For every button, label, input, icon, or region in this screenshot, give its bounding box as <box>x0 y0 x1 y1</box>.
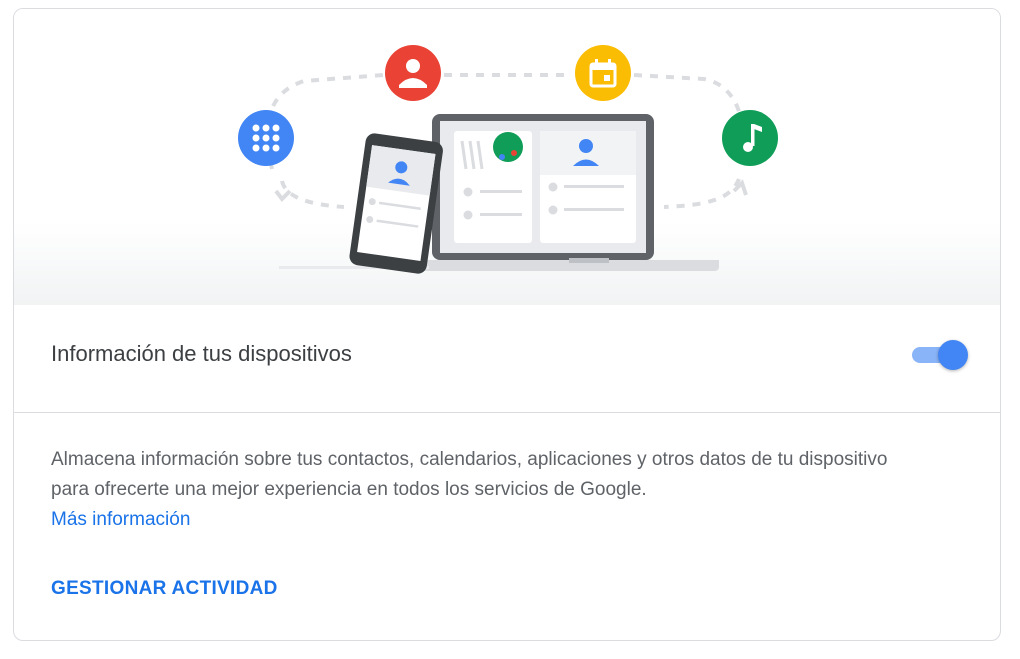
calendar-icon <box>575 45 631 101</box>
devices-illustration <box>238 45 778 274</box>
manage-activity-button[interactable]: GESTIONAR ACTIVIDAD <box>51 578 278 600</box>
device-info-toggle[interactable] <box>912 338 970 372</box>
toggle-thumb <box>938 340 968 370</box>
description: Almacena información sobre tus contactos… <box>51 445 891 535</box>
arrow-left-icon <box>274 189 292 203</box>
description-text: Almacena información sobre tus contactos… <box>51 449 888 500</box>
setting-title: Información de tus dispositivos <box>51 341 352 366</box>
more-info-link[interactable]: Más información <box>51 509 190 530</box>
contacts-icon <box>385 45 441 101</box>
laptop <box>279 114 719 271</box>
music-icon <box>722 110 778 166</box>
setting-row: Información de tus dispositivos <box>14 305 1000 413</box>
apps-icon <box>238 110 294 166</box>
device-info-card: Información de tus dispositivos Almacena… <box>13 8 1001 641</box>
phone <box>349 133 443 274</box>
hero-illustration <box>14 9 1000 305</box>
